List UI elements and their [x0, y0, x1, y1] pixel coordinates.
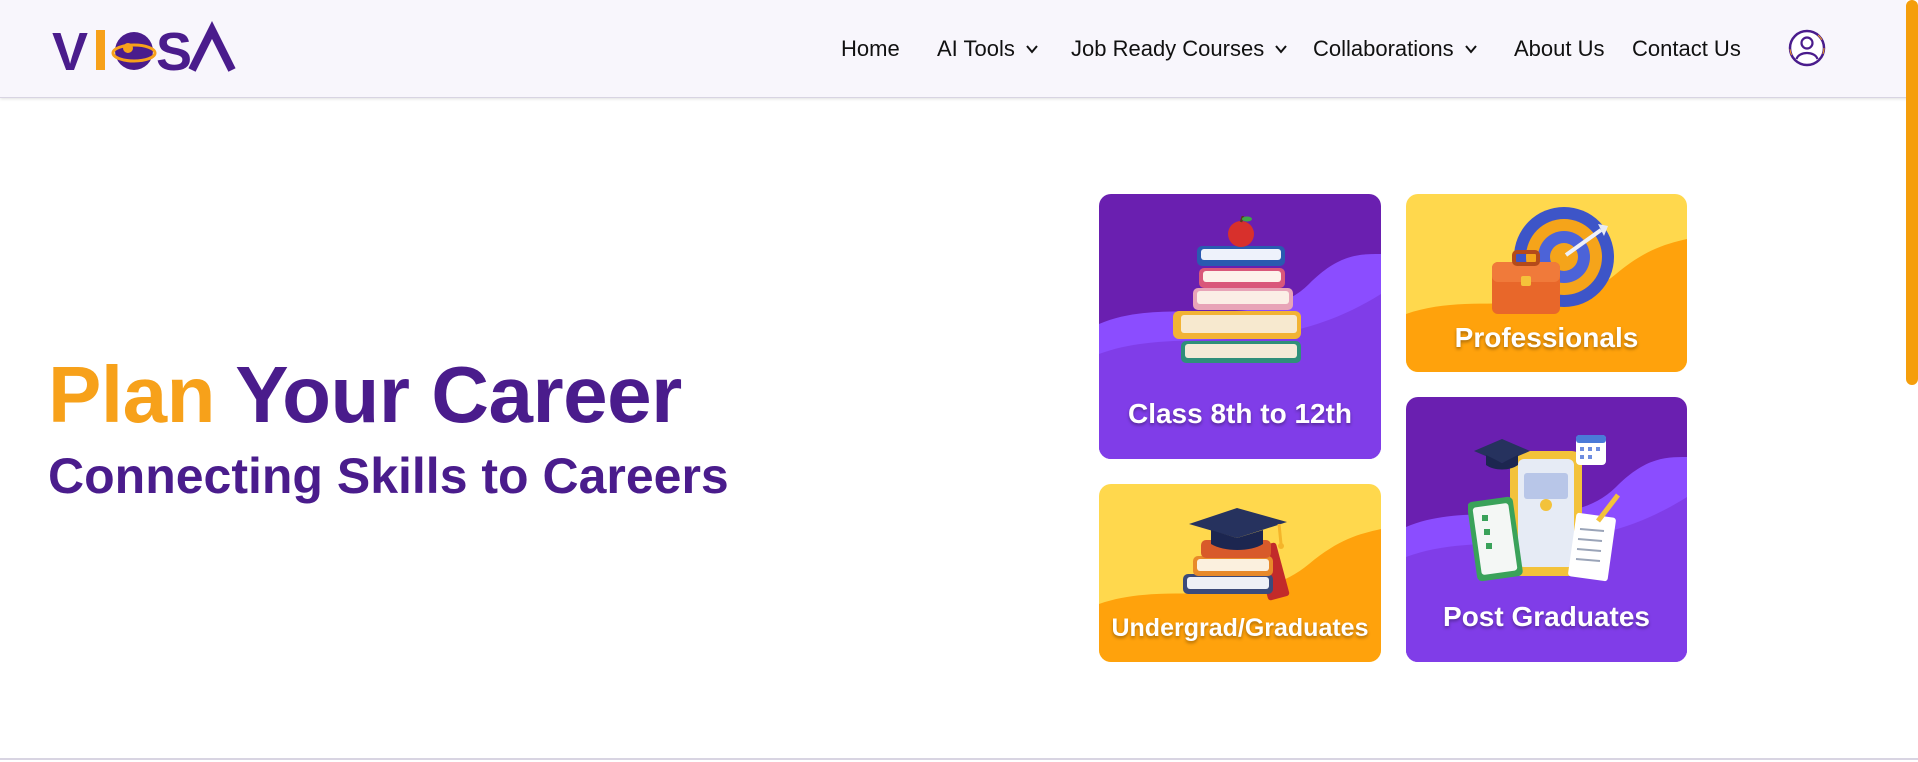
main-nav: Home AI Tools Job Ready Courses Collabor…	[0, 0, 1918, 98]
chevron-down-icon	[1464, 45, 1477, 54]
grad-cap-books-icon	[1183, 508, 1290, 601]
hero-subtitle: Connecting Skills to Careers	[48, 448, 729, 504]
scrollbar-thumb[interactable]	[1906, 0, 1918, 385]
nav-home-label: Home	[841, 36, 900, 61]
scrollbar-track[interactable]	[1906, 0, 1918, 762]
nav-job-ready-courses[interactable]: Job Ready Courses	[1071, 36, 1288, 62]
card-label: Undergrad/Graduates	[1111, 614, 1369, 642]
nav-job-ready-courses-label: Job Ready Courses	[1071, 36, 1265, 61]
nav-about-us[interactable]: About Us	[1514, 36, 1605, 62]
chevron-down-icon	[1275, 45, 1287, 54]
briefcase-target-icon	[1492, 207, 1614, 314]
nav-home[interactable]: Home	[841, 36, 900, 62]
card-label: Professionals	[1454, 322, 1639, 353]
card-class-8-12[interactable]: Class 8th to 12th	[1099, 194, 1381, 459]
nav-contact-us-label: Contact Us	[1632, 36, 1741, 61]
hero-title: Plan Your Career	[48, 345, 682, 445]
nav-collaborations[interactable]: Collaborations	[1313, 36, 1478, 62]
hero-title-rest: Your Career	[235, 350, 682, 439]
section-divider	[0, 758, 1918, 760]
hero-title-highlight: Plan	[48, 350, 215, 439]
nav-ai-tools-label: AI Tools	[937, 36, 1015, 61]
nav-contact-us[interactable]: Contact Us	[1632, 36, 1741, 62]
card-undergrad-graduates[interactable]: Undergrad/Graduates	[1099, 484, 1381, 662]
user-circle-icon[interactable]	[1788, 29, 1826, 67]
card-label: Post Graduates	[1443, 601, 1650, 632]
books-apple-icon	[1173, 216, 1301, 363]
site-header: V S Home AI Tools Job Ready Courses Coll…	[0, 0, 1918, 98]
card-post-graduates[interactable]: Post Graduates	[1406, 397, 1687, 662]
grad-cap-documents-icon	[1468, 435, 1620, 582]
card-professionals[interactable]: Professionals	[1406, 194, 1687, 372]
nav-collaborations-label: Collaborations	[1313, 36, 1454, 61]
card-label: Class 8th to 12th	[1127, 398, 1353, 429]
chevron-down-icon	[1026, 45, 1038, 54]
nav-ai-tools[interactable]: AI Tools	[937, 36, 1039, 62]
nav-about-us-label: About Us	[1514, 36, 1605, 61]
